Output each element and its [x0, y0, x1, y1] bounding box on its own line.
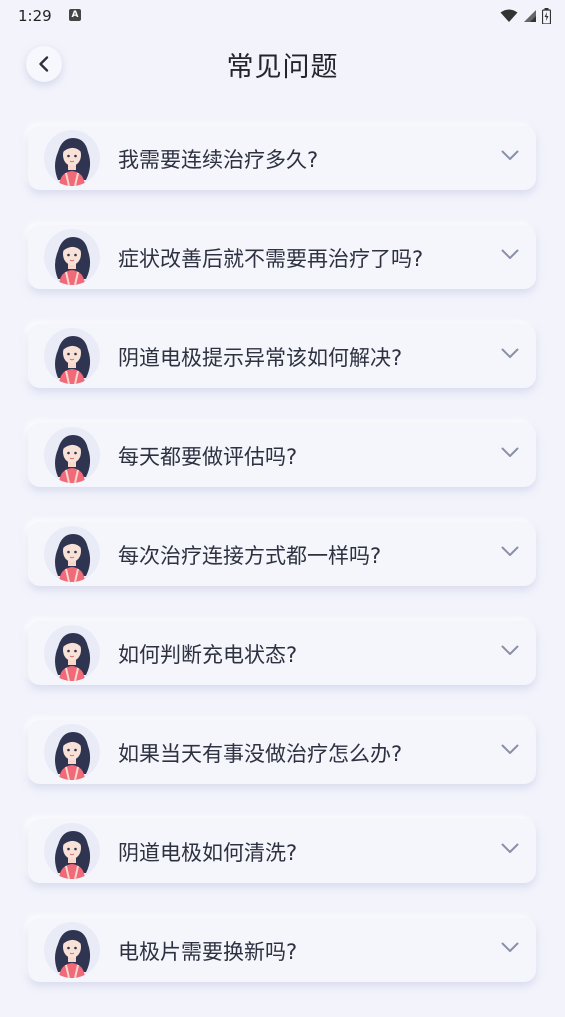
- avatar: [44, 823, 100, 879]
- woman-avatar-icon: [55, 831, 91, 879]
- woman-avatar-icon: [55, 930, 91, 978]
- avatar: [44, 526, 100, 582]
- avatar: [44, 922, 100, 978]
- avatar: [44, 625, 100, 681]
- page-title: 常见问题: [226, 52, 339, 83]
- faq-item[interactable]: 如果当天有事没做治疗怎么办?: [28, 720, 536, 784]
- woman-avatar-icon: [55, 435, 91, 483]
- signal-icon: [524, 10, 536, 22]
- notification-a-icon: A: [69, 9, 81, 21]
- faq-item[interactable]: 每次治疗连接方式都一样吗?: [28, 522, 536, 586]
- faq-question: 电极片需要换新吗?: [118, 940, 298, 964]
- faq-item[interactable]: 阴道电极如何清洗?: [28, 819, 536, 883]
- faq-item[interactable]: 症状改善后就不需要再治疗了吗?: [28, 225, 536, 289]
- avatar: [44, 427, 100, 483]
- chevron-down-icon: [501, 150, 519, 160]
- status-time: 1:29: [18, 7, 52, 25]
- faq-item[interactable]: 电极片需要换新吗?: [28, 918, 536, 982]
- avatar: [44, 724, 100, 780]
- woman-avatar-icon: [55, 336, 91, 384]
- chevron-down-icon: [501, 447, 519, 457]
- chevron-down-icon: [501, 546, 519, 556]
- faq-question: 症状改善后就不需要再治疗了吗?: [118, 247, 424, 271]
- wifi-icon: [500, 9, 518, 22]
- avatar: [44, 130, 100, 186]
- chevron-down-icon: [501, 744, 519, 754]
- chevron-down-icon: [501, 645, 519, 655]
- faq-item[interactable]: 每天都要做评估吗?: [28, 423, 536, 487]
- faq-item[interactable]: 如何判断充电状态?: [28, 621, 536, 685]
- status-bar: 1:29 A: [0, 0, 565, 32]
- faq-question: 如果当天有事没做治疗怎么办?: [118, 742, 403, 766]
- chevron-down-icon: [501, 249, 519, 259]
- avatar: [44, 229, 100, 285]
- faq-item[interactable]: 阴道电极提示异常该如何解决?: [28, 324, 536, 388]
- system-icons: [500, 7, 551, 25]
- faq-question: 如何判断充电状态?: [118, 643, 298, 667]
- faq-question: 每次治疗连接方式都一样吗?: [118, 544, 382, 568]
- header: 常见问题: [0, 40, 565, 90]
- chevron-down-icon: [501, 843, 519, 853]
- woman-avatar-icon: [55, 138, 91, 186]
- woman-avatar-icon: [55, 534, 91, 582]
- battery-icon: [542, 8, 551, 24]
- faq-question: 阴道电极如何清洗?: [118, 841, 298, 865]
- faq-list: 我需要连续治疗多久? 症状改善后就不需要再治疗了吗? 阴道电极提示异常该如何解决…: [28, 126, 536, 1017]
- faq-question: 每天都要做评估吗?: [118, 445, 298, 469]
- faq-item[interactable]: 我需要连续治疗多久?: [28, 126, 536, 190]
- chevron-down-icon: [501, 942, 519, 952]
- avatar: [44, 328, 100, 384]
- woman-avatar-icon: [55, 633, 91, 681]
- chevron-down-icon: [501, 348, 519, 358]
- faq-question: 我需要连续治疗多久?: [118, 148, 319, 172]
- woman-avatar-icon: [55, 237, 91, 285]
- faq-question: 阴道电极提示异常该如何解决?: [118, 346, 403, 370]
- woman-avatar-icon: [55, 732, 91, 780]
